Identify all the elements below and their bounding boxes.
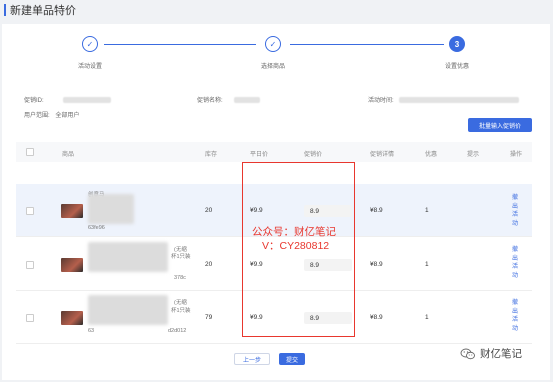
page-title: 新建单品特价 [10, 5, 76, 17]
step-activity-settings: ✓ 活动设置 [50, 36, 130, 70]
col-promo-detail: 促销详情 [370, 152, 395, 158]
promo-name-redacted [234, 97, 261, 104]
title-accent-bar [4, 4, 6, 16]
product-code: 378c [174, 275, 186, 281]
remove-from-activity-link[interactable]: 撤出活动 [512, 246, 518, 280]
step-label: 选择商品 [260, 64, 285, 70]
product-name-line2: 杯1只装 [171, 254, 191, 260]
product-code: d2d012 [168, 328, 187, 334]
brand-name: 财亿笔记 [480, 348, 522, 360]
brand-watermark: 财亿笔记 [460, 346, 522, 361]
row-checkbox[interactable] [26, 261, 34, 269]
remove-from-activity-link[interactable]: 撤出活动 [512, 194, 518, 228]
product-thumbnail [61, 311, 83, 325]
product-thumbnail [61, 258, 83, 272]
watermark-line-2: V：CY280812 [262, 240, 330, 252]
promo-detail: ¥8.9 [370, 314, 383, 321]
discount-value: 1 [425, 314, 429, 321]
promo-id-label: 促销ID: [24, 98, 44, 104]
col-tip: 提示 [467, 152, 480, 158]
promo-id-field: 促销ID: [24, 95, 112, 104]
discount-value: 1 [425, 207, 429, 214]
user-scope-label: 用户范围: [24, 113, 50, 119]
check-icon: ✓ [265, 36, 281, 52]
discount-value: 1 [425, 261, 429, 268]
row-checkbox[interactable] [26, 207, 34, 215]
promo-name-field: 促销名称: [197, 95, 261, 104]
product-info-redacted [88, 194, 134, 224]
previous-step-button[interactable]: 上一步 [234, 353, 270, 365]
col-promo-price: 促销价 [304, 152, 323, 158]
watermark-text: 公众号：财亿笔记 V：CY280812 [252, 225, 336, 253]
submit-button[interactable]: 提交 [279, 353, 305, 365]
product-code-prefix: 63 [88, 328, 95, 334]
product-info-redacted [88, 295, 168, 325]
step-number: 3 [449, 36, 465, 52]
user-scope-field: 用户范围: 全部用户 [24, 110, 79, 119]
step-indicator: ✓ 活动设置 ✓ 选择商品 3 设置优惠 [2, 36, 550, 86]
page-title-wrap: 新建单品特价 [4, 2, 76, 18]
product-info-redacted [88, 242, 168, 272]
wechat-icon [460, 348, 475, 359]
product-name-line2: 杯1只装 [171, 308, 191, 314]
product-thumbnail [61, 204, 83, 218]
stock-value: 20 [205, 207, 213, 214]
col-regular-price: 平日价 [250, 152, 269, 158]
check-icon: ✓ [82, 36, 98, 52]
product-code: 63fe96 [88, 225, 105, 231]
activity-time-field: 活动时间: [368, 95, 520, 104]
select-all-checkbox[interactable] [26, 148, 34, 156]
promo-name-label: 促销名称: [197, 98, 223, 104]
activity-time-label: 活动时间: [368, 98, 394, 104]
col-action: 操作 [510, 152, 523, 158]
step-select-products: ✓ 选择商品 [233, 36, 313, 70]
stock-value: 79 [205, 314, 213, 321]
activity-time-redacted [399, 97, 520, 104]
col-product: 商品 [62, 152, 75, 158]
promo-detail: ¥8.9 [370, 261, 383, 268]
row-checkbox[interactable] [26, 314, 34, 322]
promo-id-redacted [63, 97, 112, 104]
watermark-line-1: 公众号：财亿笔记 [252, 226, 336, 238]
batch-input-price-button[interactable]: 批量输入促销价 [468, 118, 532, 132]
table-header: 商品 库存 平日价 促销价 促销详情 优惠 提示 操作 [16, 142, 532, 162]
promo-detail: ¥8.9 [370, 207, 383, 214]
stock-value: 20 [205, 261, 213, 268]
step-label: 活动设置 [77, 64, 102, 70]
user-scope-value: 全部用户 [55, 113, 80, 119]
col-stock: 库存 [205, 152, 218, 158]
product-name: (无缩 [174, 300, 187, 306]
step-set-discount: 3 设置优惠 [417, 36, 497, 70]
step-label: 设置优惠 [444, 64, 469, 70]
remove-from-activity-link[interactable]: 撤出活动 [512, 299, 518, 333]
col-discount: 优惠 [425, 152, 438, 158]
